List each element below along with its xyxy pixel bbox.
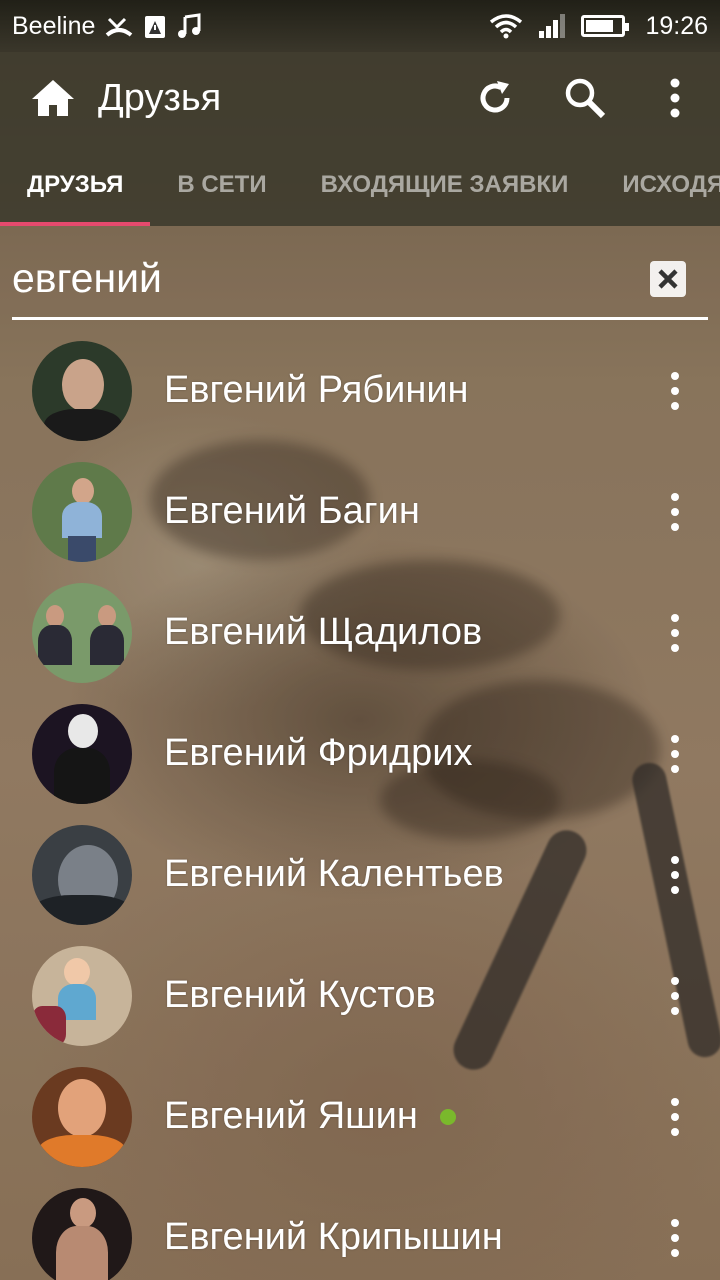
wifi-icon	[489, 13, 523, 39]
refresh-icon[interactable]	[450, 53, 540, 143]
avatar[interactable]	[32, 945, 132, 1046]
app-bar: Друзья	[0, 52, 720, 144]
signal-icon	[537, 13, 567, 39]
list-item[interactable]: Евгений Калентьев	[0, 814, 720, 935]
avatar[interactable]	[32, 340, 132, 441]
avatar[interactable]	[32, 703, 132, 804]
status-bar: Beeline 19:26	[0, 0, 720, 52]
search-icon[interactable]	[540, 53, 630, 143]
friend-name: Евгений Багин	[164, 490, 420, 532]
more-vert-icon[interactable]	[630, 53, 720, 143]
friend-name: Евгений Рябинин	[164, 369, 469, 411]
warning-icon	[143, 12, 167, 40]
tab-incoming-requests[interactable]: ВХОДЯЩИЕ ЗАЯВКИ	[294, 144, 596, 226]
close-icon[interactable]	[650, 260, 686, 297]
more-vert-icon[interactable]	[660, 356, 690, 426]
more-vert-icon[interactable]	[660, 477, 690, 547]
friends-list: Евгений Рябинин Евгений Багин Евгений Ща…	[0, 330, 720, 1280]
friend-name: Евгений Щадилов	[164, 611, 483, 653]
avatar[interactable]	[32, 461, 132, 562]
avatar[interactable]	[32, 1187, 132, 1280]
tab-outgoing-requests[interactable]: ИСХОДЯ	[595, 144, 720, 226]
home-icon[interactable]	[28, 73, 78, 123]
clock: 19:26	[645, 11, 708, 40]
missed-call-icon	[105, 13, 133, 39]
online-indicator	[439, 1108, 456, 1125]
battery-icon	[581, 15, 630, 37]
avatar[interactable]	[32, 824, 132, 925]
tab-bar: ДРУЗЬЯ В СЕТИ ВХОДЯЩИЕ ЗАЯВКИ ИСХОДЯ	[0, 144, 720, 226]
more-vert-icon[interactable]	[660, 1082, 690, 1152]
tab-online[interactable]: В СЕТИ	[150, 144, 293, 226]
page-title: Друзья	[98, 76, 222, 119]
music-icon	[177, 13, 203, 39]
list-item[interactable]: Евгений Багин	[0, 451, 720, 572]
friend-name: Евгений Яшин	[164, 1095, 418, 1137]
list-item[interactable]: Евгений Крипышин	[0, 1177, 720, 1280]
list-item[interactable]: Евгений Фридрих	[0, 693, 720, 814]
friend-name: Евгений Крипышин	[164, 1216, 503, 1258]
avatar[interactable]	[32, 1066, 132, 1167]
more-vert-icon[interactable]	[660, 840, 690, 910]
more-vert-icon[interactable]	[660, 719, 690, 789]
more-vert-icon[interactable]	[660, 961, 690, 1031]
carrier-label: Beeline	[12, 11, 96, 40]
tab-friends[interactable]: ДРУЗЬЯ	[0, 144, 151, 226]
friend-name: Евгений Калентьев	[164, 853, 504, 895]
search-bar	[12, 240, 708, 320]
search-input[interactable]	[12, 243, 612, 314]
more-vert-icon[interactable]	[660, 598, 690, 668]
list-item[interactable]: Евгений Рябинин	[0, 330, 720, 451]
more-vert-icon[interactable]	[660, 1203, 690, 1273]
avatar[interactable]	[32, 582, 132, 683]
list-item[interactable]: Евгений Кустов	[0, 935, 720, 1056]
friend-name: Евгений Кустов	[164, 974, 436, 1016]
list-item[interactable]: Евгений Яшин	[0, 1056, 720, 1177]
list-item[interactable]: Евгений Щадилов	[0, 572, 720, 693]
friend-name: Евгений Фридрих	[164, 732, 473, 774]
